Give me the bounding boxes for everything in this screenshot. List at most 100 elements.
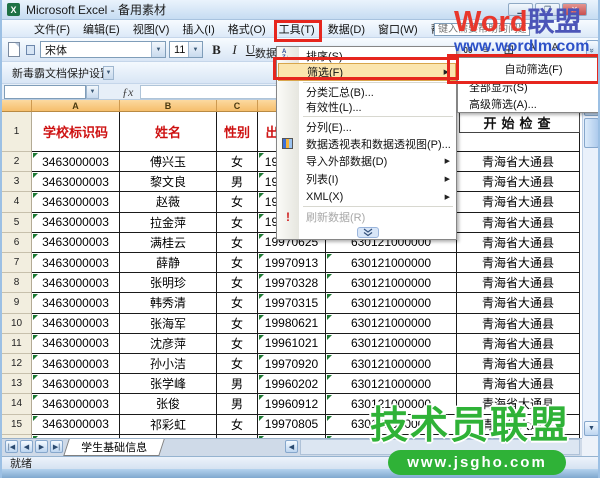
scroll-down-icon[interactable]: ▼	[584, 421, 599, 436]
cell-birth-row8[interactable]: 19970328	[258, 273, 326, 293]
cell-id-row6[interactable]: 3463000003	[32, 233, 120, 253]
column-header-B[interactable]: B	[120, 100, 217, 112]
cell-region-row4[interactable]: 青海省大通县	[457, 192, 580, 212]
first-sheet-icon[interactable]: |◀	[5, 440, 18, 453]
menu-item-4[interactable]: 有效性(L)...	[278, 99, 456, 114]
font-name-combo[interactable]: 宋体 ▼	[40, 41, 166, 58]
cell-name-row5[interactable]: 拉金萍	[120, 213, 217, 233]
menu-item-3[interactable]: 分类汇总(B)...	[278, 84, 456, 99]
font-size-combo[interactable]: 11 ▼	[169, 41, 203, 58]
cell-id-row2[interactable]: 3463000003	[32, 152, 120, 172]
cell-birth-row15[interactable]: 19970805	[258, 415, 326, 435]
row-header-3[interactable]: 3	[2, 172, 32, 192]
menu-item-5[interactable]: 分列(E)...	[278, 119, 456, 134]
menubar-item[interactable]: 格式(O)	[224, 19, 270, 39]
cell-gender-row7[interactable]: 女	[217, 253, 258, 273]
prev-sheet-icon[interactable]: ◀	[20, 440, 33, 453]
cell-gender-row9[interactable]: 女	[217, 293, 258, 313]
cell-birth-row12[interactable]: 19970920	[258, 354, 326, 374]
header-cell-id[interactable]: 学校标识码	[32, 112, 120, 152]
cell-name-row2[interactable]: 傅兴玉	[120, 152, 217, 172]
cell-name-row3[interactable]: 黎文良	[120, 172, 217, 192]
menubar-item[interactable]: 视图(V)	[129, 19, 174, 39]
row-header-2[interactable]: 2	[2, 152, 32, 172]
cell-name-row13[interactable]: 张学峰	[120, 374, 217, 394]
menu-item-8[interactable]: 列表(I)▶	[278, 171, 456, 187]
cell-name-row7[interactable]: 薛静	[120, 253, 217, 273]
vertical-scroll-thumb[interactable]	[584, 118, 599, 148]
cell-gender-row3[interactable]: 男	[217, 172, 258, 192]
menubar-item[interactable]: 窗口(W)	[374, 19, 422, 39]
cell-birth-row13[interactable]: 19960202	[258, 374, 326, 394]
chevron-down-icon[interactable]: ▼	[103, 66, 114, 80]
cell-name-row6[interactable]: 满桂云	[120, 233, 217, 253]
row-header-9[interactable]: 9	[2, 293, 32, 313]
cell-region-row12[interactable]: 青海省大通县	[457, 354, 580, 374]
menu-item-9[interactable]: XML(X)▶	[278, 189, 456, 205]
chevron-down-icon[interactable]: ▼	[151, 42, 165, 57]
cell-id-row3[interactable]: 3463000003	[32, 172, 120, 192]
cell-name-row14[interactable]: 张俊	[120, 394, 217, 414]
last-sheet-icon[interactable]: ▶|	[50, 440, 63, 453]
cell-region-row7[interactable]: 青海省大通县	[457, 253, 580, 273]
next-sheet-icon[interactable]: ▶	[35, 440, 48, 453]
cell-gender-row13[interactable]: 男	[217, 374, 258, 394]
header-cell-name[interactable]: 姓名	[120, 112, 217, 152]
name-box[interactable]	[4, 85, 86, 99]
cell-region-row2[interactable]: 青海省大通县	[457, 152, 580, 172]
cell-name-row9[interactable]: 韩秀清	[120, 293, 217, 313]
cell-region-row5[interactable]: 青海省大通县	[457, 213, 580, 233]
cell-gender-row5[interactable]: 女	[217, 213, 258, 233]
cell-name-row10[interactable]: 张海军	[120, 314, 217, 334]
cell-id-row8[interactable]: 3463000003	[32, 273, 120, 293]
menubar-item[interactable]: 插入(I)	[178, 19, 218, 39]
submenu-item-3[interactable]: 高级筛选(A)...	[459, 95, 598, 112]
italic-button[interactable]: I	[226, 41, 243, 58]
cell-id-row9[interactable]: 3463000003	[32, 293, 120, 313]
cell-code-row11[interactable]: 630121000000	[326, 334, 457, 354]
cell-gender-row2[interactable]: 女	[217, 152, 258, 172]
cell-id-row14[interactable]: 3463000003	[32, 394, 120, 414]
cell-birth-row10[interactable]: 19980621	[258, 314, 326, 334]
cell-id-row10[interactable]: 3463000003	[32, 314, 120, 334]
cell-gender-row6[interactable]: 女	[217, 233, 258, 253]
cell-gender-row12[interactable]: 女	[217, 354, 258, 374]
cell-code-row12[interactable]: 630121000000	[326, 354, 457, 374]
menubar-item[interactable]: 编辑(E)	[79, 19, 124, 39]
cell-name-row8[interactable]: 张明珍	[120, 273, 217, 293]
cell-birth-row11[interactable]: 19961021	[258, 334, 326, 354]
row-header-10[interactable]: 10	[2, 314, 32, 334]
cell-name-row12[interactable]: 孙小洁	[120, 354, 217, 374]
cell-name-row11[interactable]: 沈彦萍	[120, 334, 217, 354]
row-header-13[interactable]: 13	[2, 374, 32, 394]
row-header-6[interactable]: 6	[2, 233, 32, 253]
cell-region-row10[interactable]: 青海省大通县	[457, 314, 580, 334]
cell-id-row7[interactable]: 3463000003	[32, 253, 120, 273]
cell-id-row13[interactable]: 3463000003	[32, 374, 120, 394]
cell-id-row5[interactable]: 3463000003	[32, 213, 120, 233]
row-header-11[interactable]: 11	[2, 334, 32, 354]
row-header-1[interactable]: 1	[2, 112, 32, 152]
cell-id-row12[interactable]: 3463000003	[32, 354, 120, 374]
sheet-tab[interactable]: 学生基础信息	[63, 439, 165, 456]
cell-name-row15[interactable]: 祁彩虹	[120, 415, 217, 435]
select-all-corner[interactable]	[2, 100, 32, 112]
cell-region-row9[interactable]: 青海省大通县	[457, 293, 580, 313]
menu-item-6[interactable]: 数据透视表和数据透视图(P)...	[278, 135, 456, 152]
cell-gender-row15[interactable]: 女	[217, 415, 258, 435]
cell-gender-row10[interactable]: 女	[217, 314, 258, 334]
cell-code-row9[interactable]: 630121000000	[326, 293, 457, 313]
row-header-15[interactable]: 15	[2, 415, 32, 435]
new-document-icon[interactable]	[8, 42, 20, 57]
cell-name-row4[interactable]: 赵薇	[120, 192, 217, 212]
cell-region-row11[interactable]: 青海省大通县	[457, 334, 580, 354]
cell-gender-row14[interactable]: 男	[217, 394, 258, 414]
header-cell-gender[interactable]: 性别	[217, 112, 258, 152]
chevron-down-icon[interactable]: ▼	[86, 85, 99, 99]
cell-id-row11[interactable]: 3463000003	[32, 334, 120, 354]
cell-id-row15[interactable]: 3463000003	[32, 415, 120, 435]
cell-region-row6[interactable]: 青海省大通县	[457, 233, 580, 253]
menubar-item[interactable]: 文件(F)	[30, 19, 74, 39]
chevron-down-icon[interactable]: ▼	[188, 42, 202, 57]
cell-birth-row14[interactable]: 19960912	[258, 394, 326, 414]
